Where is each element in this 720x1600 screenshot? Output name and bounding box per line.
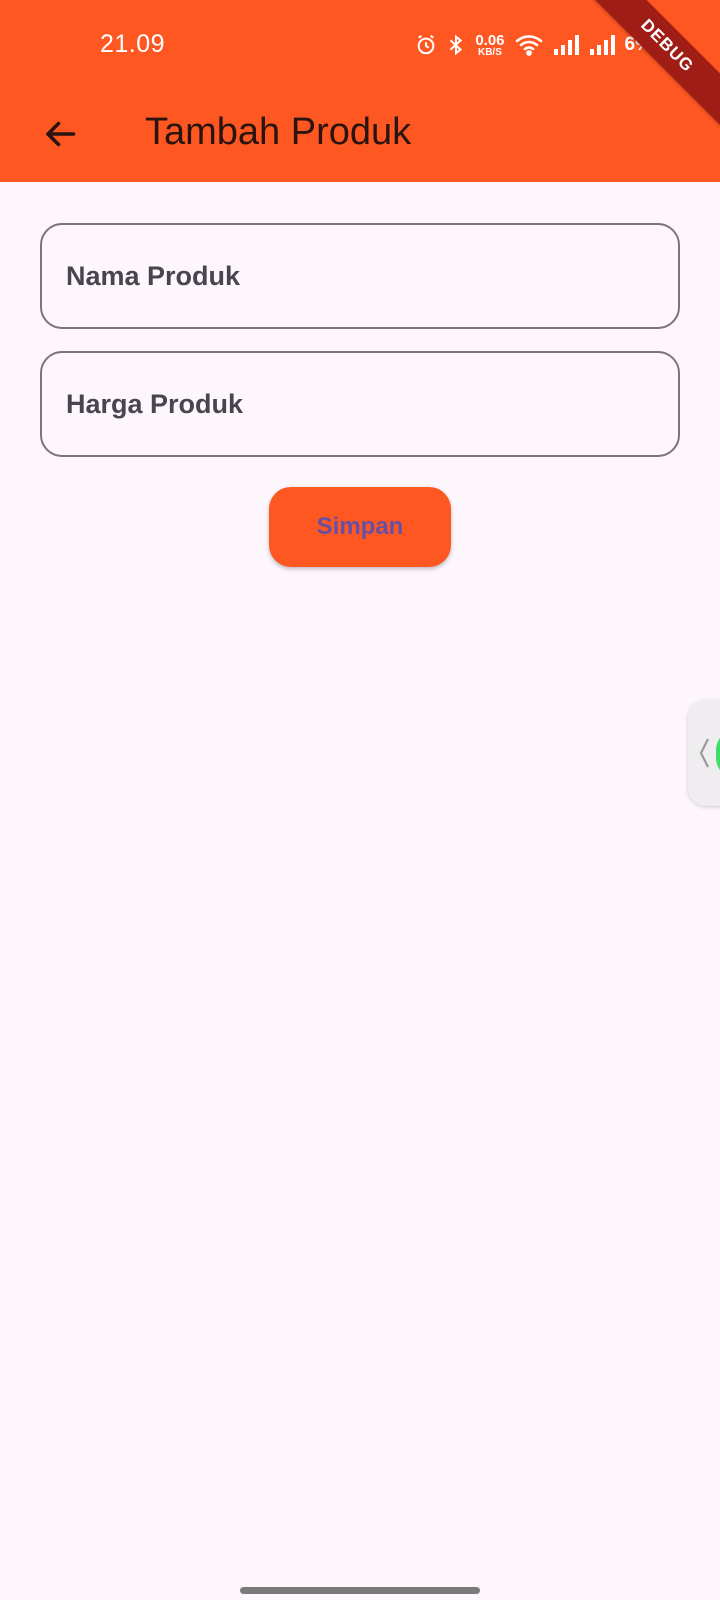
bluetooth-icon xyxy=(447,34,465,56)
gesture-navigation-bar[interactable] xyxy=(240,1587,480,1594)
floating-side-handle[interactable] xyxy=(688,700,720,806)
app-header: 21.09 0.06 KB/S 6% Tambah Produk DEBUG xyxy=(0,0,720,182)
signal-icon xyxy=(553,34,579,56)
app-bar: Tambah Produk xyxy=(0,90,720,182)
back-button[interactable] xyxy=(28,104,92,168)
product-name-field[interactable] xyxy=(40,223,680,329)
status-time: 21.09 xyxy=(100,30,166,58)
product-price-input[interactable] xyxy=(66,388,678,420)
net-speed: 0.06 KB/S xyxy=(475,31,505,58)
floating-app-icon xyxy=(716,730,720,778)
page-title: Tambah Produk xyxy=(145,111,412,153)
chevron-left-icon xyxy=(698,736,710,775)
status-icons: 0.06 KB/S 6% xyxy=(415,30,652,60)
save-button[interactable]: Simpan xyxy=(269,487,451,567)
product-price-field[interactable] xyxy=(40,351,680,457)
arrow-left-icon xyxy=(42,116,78,157)
alarm-icon xyxy=(415,34,437,56)
signal-icon xyxy=(589,34,615,56)
screen: 21.09 0.06 KB/S 6% Tambah Produk DEBUG N… xyxy=(0,0,720,1600)
wifi-icon xyxy=(515,34,543,56)
product-name-input[interactable] xyxy=(66,260,678,292)
